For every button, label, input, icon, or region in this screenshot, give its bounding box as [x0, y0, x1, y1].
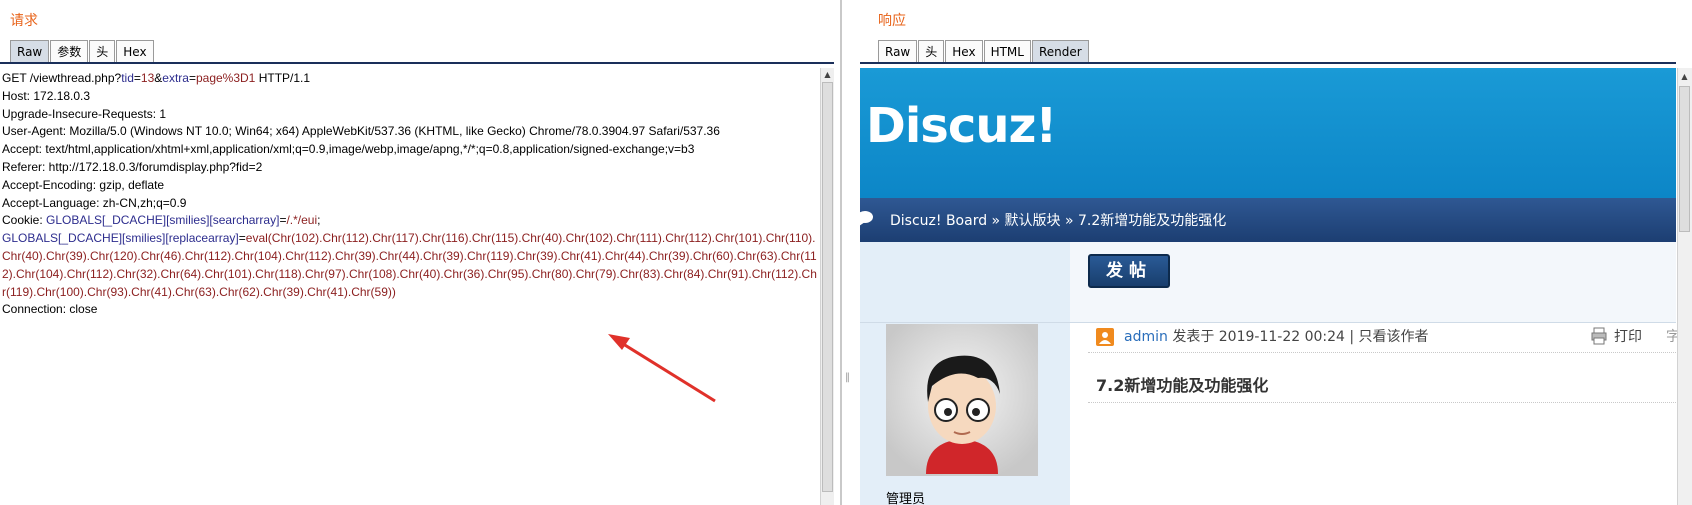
scroll-up-arrow-icon[interactable]: ▲: [1678, 70, 1691, 84]
request-raw-text[interactable]: GET /viewthread.php?tid=13&extra=page%3D…: [2, 70, 820, 319]
request-text: Connection: close: [2, 302, 98, 317]
request-line: Referer: http://172.18.0.3/forumdisplay.…: [2, 159, 820, 177]
req-tab-hex[interactable]: Hex: [116, 40, 154, 62]
param-name: GLOBALS[_DCACHE][smilies][replacearray]: [2, 231, 239, 246]
request-text: ;: [317, 213, 321, 228]
breadcrumb-bar: Discuz! Board » 默认版块 » 7.2新增功能及功能强化: [860, 198, 1676, 242]
response-pane-title: 响应: [878, 13, 906, 29]
request-editor[interactable]: GET /viewthread.php?tid=13&extra=page%3D…: [0, 68, 834, 505]
request-line: GLOBALS[_DCACHE][smilies][replacearray]=…: [2, 230, 820, 301]
print-icon[interactable]: [1591, 327, 1607, 345]
request-text: =: [133, 71, 141, 85]
resp-tab-headers[interactable]: 头: [918, 40, 945, 62]
request-line: Accept-Language: zh-CN,zh;q=0.9: [2, 195, 820, 213]
request-text: Referer: http://172.18.0.3/forumdisplay.…: [2, 159, 263, 174]
post-title: 7.2新增功能及功能强化: [1096, 376, 1269, 395]
avatar-icon[interactable]: [886, 324, 1038, 476]
resp-tab-render[interactable]: Render: [1031, 40, 1089, 62]
request-line: Host: 172.18.0.3: [2, 88, 820, 106]
resp-tab-raw[interactable]: Raw: [878, 40, 918, 62]
request-text: =: [188, 71, 196, 85]
request-line: GET /viewthread.php?tid=13&extra=page%3D…: [2, 70, 820, 88]
user-role: 管理员: [886, 492, 926, 505]
request-text: GET /viewthread.php?: [2, 71, 122, 85]
param-value: page%3D1: [195, 71, 256, 85]
request-text: Host: 172.18.0.3: [2, 88, 91, 103]
request-text: User-Agent: Mozilla/5.0 (Windows NT 10.0…: [2, 124, 720, 139]
post-date: 发表于 2019-11-22 00:24 | 只看该作者: [1167, 329, 1429, 345]
param-value: /.*/eui: [286, 213, 318, 228]
req-tab-params[interactable]: 参数: [50, 40, 89, 62]
discuz-header: Discuz!: [860, 68, 1676, 198]
param-value: 13: [140, 71, 155, 85]
request-text: HTTP/1.1: [255, 71, 311, 85]
dotted-divider: [1088, 402, 1676, 403]
request-line: Upgrade-Insecure-Requests: 1: [2, 106, 820, 124]
red-arrow-annotation-icon: [608, 334, 716, 403]
request-scroll-thumb[interactable]: [822, 82, 833, 492]
req-tab-raw[interactable]: Raw: [10, 40, 50, 62]
req-tab-headers[interactable]: 头: [89, 40, 116, 62]
resp-tab-hex[interactable]: Hex: [945, 40, 983, 62]
request-line: Accept-Encoding: gzip, deflate: [2, 177, 820, 195]
dotted-divider: [1088, 352, 1676, 353]
new-post-button[interactable]: 发帖: [1088, 254, 1170, 288]
post-separator: [860, 322, 1676, 323]
pane-divider[interactable]: [840, 0, 842, 505]
request-line: User-Agent: Mozilla/5.0 (Windows NT 10.0…: [2, 123, 820, 141]
request-line: Connection: close: [2, 301, 820, 319]
param-name: tid: [121, 71, 134, 85]
response-tab-underline: [860, 62, 1676, 64]
request-text: Accept-Encoding: gzip, deflate: [2, 177, 165, 192]
resp-tab-html[interactable]: HTML: [983, 40, 1031, 62]
post-meta: admin 发表于 2019-11-22 00:24 | 只看该作者: [1124, 326, 1429, 346]
scroll-up-arrow-icon[interactable]: ▲: [821, 68, 834, 82]
rendered-page: Discuz! Discuz! Board » 默认版块 » 7.2新增功能及功…: [860, 68, 1692, 505]
divider-grip-icon[interactable]: ‖: [845, 372, 851, 386]
param-name: extra: [162, 71, 189, 85]
author-link[interactable]: admin: [1124, 329, 1168, 345]
response-scrollbar[interactable]: ▲: [1677, 68, 1692, 505]
request-text: Cookie:: [2, 213, 47, 228]
param-name: GLOBALS[_DCACHE][smilies][searcharray]: [46, 213, 280, 228]
request-text: Upgrade-Insecure-Requests: 1: [2, 106, 167, 121]
request-text: =: [238, 231, 246, 246]
request-scrollbar[interactable]: ▲: [820, 68, 834, 505]
discuz-logo[interactable]: Discuz!: [866, 98, 1057, 154]
request-text: Accept-Language: zh-CN,zh;q=0.9: [2, 195, 187, 210]
print-link[interactable]: 打印: [1614, 326, 1642, 346]
author-icon: [1096, 328, 1114, 346]
chat-bubble-icon: [860, 211, 873, 226]
request-line: Accept: text/html,application/xhtml+xml,…: [2, 141, 820, 159]
request-tab-underline: [0, 62, 834, 64]
request-text: Accept: text/html,application/xhtml+xml,…: [2, 142, 695, 157]
request-tabs: Raw 参数 头 Hex: [10, 40, 155, 62]
request-pane-title: 请求: [10, 13, 38, 29]
request-line: Cookie: GLOBALS[_DCACHE][smilies][search…: [2, 212, 820, 230]
breadcrumb[interactable]: Discuz! Board » 默认版块 » 7.2新增功能及功能强化: [890, 210, 1226, 230]
response-tabs: Raw 头 Hex HTML Render: [878, 40, 1090, 62]
response-scroll-thumb[interactable]: [1679, 86, 1690, 232]
